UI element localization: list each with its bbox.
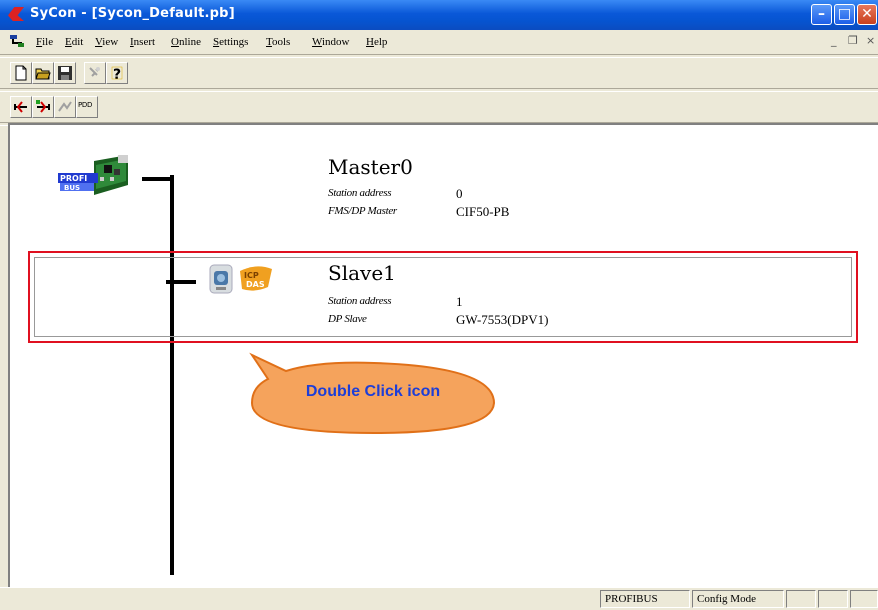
slave-device-icon[interactable]: ICP DAS <box>206 263 284 297</box>
menu-insert[interactable]: Insert <box>130 36 155 48</box>
close-icon: ✕ <box>861 6 873 22</box>
slave-name: Slave1 <box>328 261 396 285</box>
insert-master-icon <box>14 101 27 113</box>
status-bar: PROFIBUS Config Mode <box>0 587 878 610</box>
status-cell-3 <box>850 590 878 608</box>
profibus-line <box>170 175 174 575</box>
mdi-close-icon[interactable]: × <box>866 34 875 47</box>
save-disk-icon <box>58 66 72 80</box>
document-network-icon[interactable] <box>10 35 24 47</box>
master-connector <box>142 177 172 181</box>
network-toolbar: PDD <box>4 94 134 120</box>
separator <box>0 54 878 58</box>
status-cell-1 <box>786 590 816 608</box>
menu-edit[interactable]: Edit <box>65 36 83 48</box>
menu-tools[interactable]: Tools <box>266 36 290 48</box>
menu-settings[interactable]: Settings <box>213 36 248 48</box>
insert-slave-button[interactable] <box>32 96 54 118</box>
master-station-address-value: 0 <box>456 186 463 201</box>
svg-text:DAS: DAS <box>246 280 265 289</box>
svg-text:ICP: ICP <box>244 271 259 280</box>
menu-window[interactable]: Window <box>312 36 349 48</box>
slave-station-address-value: 1 <box>456 294 463 309</box>
slave-selection-box[interactable] <box>28 251 858 343</box>
master-station-address-label: Station address <box>328 187 392 199</box>
help-pointer-button[interactable] <box>84 62 106 84</box>
maximize-icon: □ <box>837 6 852 22</box>
insert-slave-icon <box>36 100 50 113</box>
insert-master-button[interactable] <box>10 96 32 118</box>
menu-bar: File Edit View Insert Online Settings To… <box>0 30 878 54</box>
standard-toolbar: ? <box>4 60 204 86</box>
sycon-app-icon[interactable] <box>8 7 24 21</box>
slave-type-label: DP Slave <box>328 313 367 325</box>
menu-file[interactable]: File <box>36 36 53 48</box>
status-protocol: PROFIBUS <box>600 590 690 608</box>
minimize-icon: – <box>818 6 825 22</box>
open-button[interactable] <box>32 62 54 84</box>
slave-station-address-label: Station address <box>328 295 392 307</box>
help-button[interactable]: ? <box>106 62 128 84</box>
close-button[interactable]: ✕ <box>857 4 877 25</box>
slave-device-value: GW-7553(DPV1) <box>456 312 549 327</box>
new-document-button[interactable] <box>10 62 32 84</box>
instruction-callout: Double Click icon <box>248 351 500 440</box>
slave-selection-inner <box>34 257 852 337</box>
disabled-network-icon <box>58 101 72 112</box>
separator <box>0 88 878 92</box>
status-mode: Config Mode <box>692 590 784 608</box>
mdi-minimize-icon[interactable]: _ <box>831 34 837 47</box>
help-question-icon: ? <box>111 66 123 81</box>
window-title: SyCon - [Sycon_Default.pb] <box>30 6 235 21</box>
pdd-label: PDD <box>78 101 93 109</box>
menu-online[interactable]: Online <box>171 36 201 48</box>
menu-help[interactable]: Help <box>366 36 387 48</box>
master-card-icon[interactable]: PROFI BUS <box>54 155 134 201</box>
new-document-icon <box>15 65 27 81</box>
window-titlebar[interactable]: SyCon - [Sycon_Default.pb] – □ ✕ <box>0 0 878 30</box>
menu-view[interactable]: View <box>95 36 118 48</box>
pdd-button[interactable]: PDD <box>76 96 98 118</box>
open-folder-icon <box>35 68 51 80</box>
svg-text:BUS: BUS <box>64 184 80 192</box>
maximize-button[interactable]: □ <box>834 4 855 25</box>
network-canvas[interactable]: PROFI BUS Master0 Station address 0 FMS/… <box>8 123 878 587</box>
status-cell-2 <box>818 590 848 608</box>
svg-text:PROFI: PROFI <box>60 174 87 183</box>
callout-text: Double Click icon <box>305 383 441 400</box>
disabled-network-button[interactable] <box>54 96 76 118</box>
master-device-value: CIF50-PB <box>456 204 510 219</box>
help-pointer-icon <box>89 67 100 77</box>
mdi-restore-icon[interactable]: ❐ <box>848 34 858 47</box>
master-type-label: FMS/DP Master <box>328 205 397 217</box>
save-button[interactable] <box>54 62 76 84</box>
master-name: Master0 <box>328 155 413 179</box>
minimize-button[interactable]: – <box>811 4 832 25</box>
